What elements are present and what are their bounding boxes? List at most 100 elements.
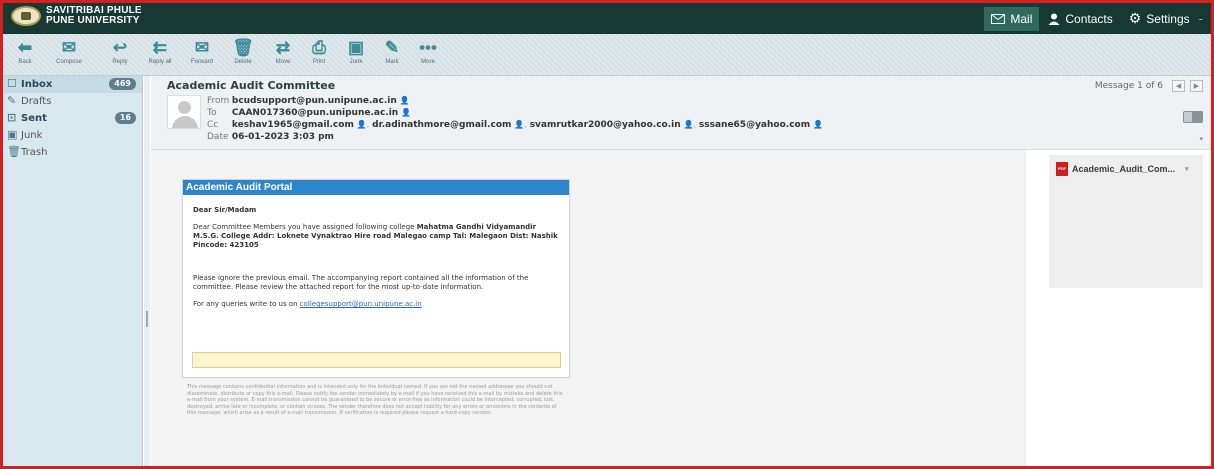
forward-icon: ✉ [194, 38, 210, 57]
attachment-name[interactable]: Academic_Audit_Com... [1072, 164, 1175, 174]
pencil-icon: ✎ [384, 38, 400, 57]
reply-all-icon: ⇇ [152, 38, 168, 57]
back-arrow-icon: ⬅ [17, 38, 33, 57]
splitter-grip-icon[interactable] [146, 311, 148, 327]
sidebar-item-drafts[interactable]: ✎ Drafts [3, 93, 142, 110]
to-row: To CAAN017360@pun.unipune.ac.in 👤 [207, 107, 411, 119]
message-body-area: Academic Audit Portal Dear Sir/Madam Dea… [151, 150, 1026, 466]
nav-settings[interactable]: ⚙ Settings [1122, 7, 1197, 31]
cc-row: Cc keshav1965@gmail.com 👤, dr.adinathmor… [207, 119, 823, 131]
nav-contacts[interactable]: Contacts [1041, 7, 1119, 31]
attachment-pane: PDF Academic_Audit_Com... ▾ [1049, 155, 1203, 288]
mark-button[interactable]: ✎ Mark [372, 37, 412, 65]
print-button[interactable]: ⎙ Print [299, 37, 339, 65]
forward-button[interactable]: ✉ Forward [182, 37, 222, 65]
reply-label: Reply [112, 59, 128, 65]
university-logo[interactable]: SAVITRIBAI PHULE PUNE UNIVERSITY [11, 6, 142, 26]
nav-settings-label: Settings [1146, 11, 1190, 26]
mark-label: Mark [385, 59, 399, 65]
confidentiality-disclaimer: This message contains confidential infor… [187, 384, 563, 416]
print-label: Print [312, 59, 326, 65]
chevron-down-icon[interactable]: ▾ [1185, 165, 1189, 173]
gear-icon: ⚙ [1128, 10, 1142, 26]
reply-all-button[interactable]: ⇇ Reply all [140, 37, 180, 65]
unread-count-badge: 469 [109, 78, 136, 90]
mail-paragraph-2: Please ignore the previous email. The ac… [193, 274, 529, 291]
pdf-file-icon: PDF [1056, 162, 1068, 176]
attachment-item[interactable]: PDF Academic_Audit_Com... ▾ [1056, 162, 1189, 176]
mail-text: Dear Sir/Madam Dear Committee Members yo… [183, 206, 569, 309]
add-contact-icon[interactable]: 👤 [813, 120, 823, 129]
message-header: Academic Audit Committee From bcudsuppor… [151, 76, 1211, 150]
print-icon: ⎙ [312, 38, 326, 57]
add-contact-icon[interactable]: 👤 [401, 108, 411, 117]
mail-paragraph-3: For any queries write to us on collegesu… [193, 300, 559, 309]
more-button[interactable]: ••• More [408, 37, 448, 65]
compose-label: Compose [56, 59, 82, 65]
folder-sidebar: ☐ Inbox 469 ✎ Drafts ⊡ Sent 16 ▣ Junk 🗑 … [3, 76, 143, 466]
back-button[interactable]: ⬅ Back [5, 37, 45, 65]
portal-title: Academic Audit Portal [183, 180, 569, 195]
mail-toolbar: ⬅ Back ✉ Compose ↩ Reply ⇇ Reply all ✉ F… [3, 34, 1211, 76]
junk-button[interactable]: ▣ Junk [336, 37, 376, 65]
move-icon: ⇄ [275, 38, 291, 57]
compose-icon: ✉ [61, 38, 77, 57]
move-label: Move [275, 59, 291, 65]
add-contact-icon[interactable]: 👤 [400, 96, 410, 105]
prev-message-button[interactable]: ◀ [1172, 80, 1185, 92]
reply-all-label: Reply all [148, 59, 172, 65]
nav-mail[interactable]: Mail [984, 6, 1040, 31]
cc-address[interactable]: keshav1965@gmail.com [232, 120, 354, 130]
footer-highlight-box [192, 352, 561, 368]
sidebar-item-label: Junk [21, 130, 43, 141]
unread-count-badge: 16 [114, 112, 136, 124]
cc-address[interactable]: sssane65@yahoo.com [699, 120, 810, 130]
sidebar-item-junk[interactable]: ▣ Junk [3, 127, 142, 144]
sent-icon: ⊡ [7, 111, 17, 124]
cc-address[interactable]: svamrutkar2000@yahoo.co.in [530, 120, 681, 130]
mail-icon [991, 13, 1006, 24]
paragraph-1-lead: Dear Committee Members you have assigned… [193, 223, 417, 231]
message-counter: Message 1 of 6 [1094, 81, 1163, 91]
chevron-right-icon: ▶ [1193, 82, 1200, 90]
next-message-button[interactable]: ▶ [1190, 80, 1203, 92]
sidebar-item-sent[interactable]: ⊡ Sent 16 [3, 110, 142, 127]
add-contact-icon[interactable]: 👤, [684, 120, 697, 129]
nav-overflow-icon[interactable]: - [1199, 12, 1203, 26]
pane-splitter[interactable] [144, 76, 150, 466]
add-contact-icon[interactable]: 👤, [357, 120, 370, 129]
logo-line-2: PUNE UNIVERSITY [46, 15, 140, 26]
to-label: To [207, 108, 217, 118]
headers-toggle[interactable] [1183, 111, 1203, 123]
delete-label: Delete [234, 59, 252, 65]
pencil-icon: ✎ [7, 94, 17, 107]
sidebar-item-trash[interactable]: 🗑 Trash [3, 144, 142, 161]
delete-button[interactable]: 🗑 Delete [223, 37, 263, 65]
move-button[interactable]: ⇄ Move [263, 37, 303, 65]
support-email-link[interactable]: collegesupport@pun.unipune.ac.in [300, 300, 422, 308]
reply-button[interactable]: ↩ Reply [100, 37, 140, 65]
mail-greeting: Dear Sir/Madam [193, 206, 257, 214]
date-row: Date 06-01-2023 3:03 pm [207, 131, 334, 143]
chevron-down-icon[interactable]: ▾ [1199, 135, 1203, 143]
junk-icon: ▣ [7, 128, 18, 141]
forward-label: Forward [190, 59, 213, 65]
window-frame: SAVITRIBAI PHULE PUNE UNIVERSITY Mail Co… [0, 0, 1214, 469]
sender-avatar [167, 95, 201, 129]
junk-label: Junk [349, 59, 363, 65]
cc-address[interactable]: dr.adinathmore@gmail.com [372, 120, 511, 130]
mail-paragraph-1: Dear Committee Members you have assigned… [193, 223, 559, 250]
more-label: More [421, 59, 435, 65]
to-address[interactable]: CAAN017360@pun.unipune.ac.in [232, 108, 398, 118]
person-icon [1048, 13, 1060, 25]
add-contact-icon[interactable]: 👤, [514, 120, 527, 129]
sidebar-item-label: Drafts [21, 96, 52, 107]
sidebar-item-inbox[interactable]: ☐ Inbox 469 [3, 76, 142, 93]
from-address[interactable]: bcudsupport@pun.unipune.ac.in [232, 96, 397, 106]
compose-button[interactable]: ✉ Compose [49, 37, 89, 65]
from-label: From [207, 96, 230, 106]
sidebar-item-label: Sent [21, 113, 47, 124]
message-date: 06-01-2023 3:03 pm [231, 132, 334, 142]
trash-icon: 🗑 [7, 145, 21, 158]
sidebar-item-label: Trash [21, 147, 48, 158]
